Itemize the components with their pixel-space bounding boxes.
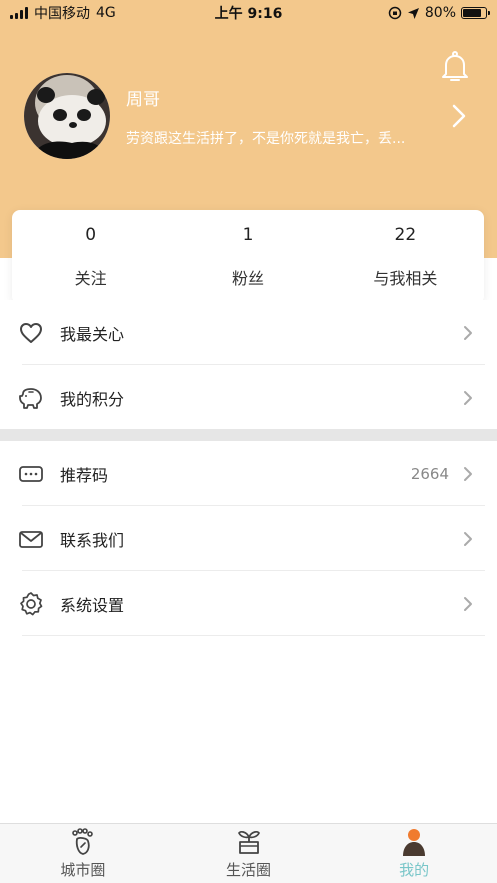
orientation-lock-icon xyxy=(388,6,402,20)
referral-code-value: 2664 xyxy=(410,464,449,483)
stat-label: 关注 xyxy=(74,269,107,288)
gear-icon xyxy=(18,591,44,617)
bottom-tab-bar: 城市圈 生活圈 我的 xyxy=(0,823,497,883)
stat-related[interactable]: 22 与我相关 xyxy=(327,210,484,304)
stat-followers[interactable]: 1 粉丝 xyxy=(169,210,326,304)
tab-city-circle[interactable]: 城市圈 xyxy=(0,824,166,883)
tab-label: 城市圈 xyxy=(60,861,106,879)
panda-avatar-image xyxy=(24,73,110,159)
stat-label: 与我相关 xyxy=(373,269,438,288)
user-signature: 劳资跟这生活拼了，不是你死就是我亡，丢... xyxy=(126,130,406,147)
menu-item-label: 我的积分 xyxy=(60,389,125,409)
chevron-right-icon xyxy=(464,531,472,546)
menu-item-favorites[interactable]: 我最关心 xyxy=(0,300,497,365)
menu-group-top: 我最关心 我的积分 xyxy=(0,300,497,430)
carrier-name: 中国移动 xyxy=(34,6,90,22)
piggy-bank-icon xyxy=(18,385,44,411)
status-bar-right: 80% xyxy=(388,5,490,21)
mail-icon xyxy=(18,526,44,552)
menu-item-label: 联系我们 xyxy=(60,530,125,550)
tab-life-circle[interactable]: 生活圈 xyxy=(166,824,332,883)
heart-icon xyxy=(18,320,44,346)
menu-item-label: 我最关心 xyxy=(60,324,125,344)
menu-item-contact-us[interactable]: 联系我们 xyxy=(0,506,497,571)
chevron-right-icon[interactable] xyxy=(451,103,467,129)
stat-value: 1 xyxy=(242,225,254,245)
profile-row[interactable]: 周哥 劳资跟这生活拼了，不是你死就是我亡，丢... xyxy=(24,72,467,160)
menu-item-settings[interactable]: 系统设置 xyxy=(0,571,497,636)
tab-label: 生活圈 xyxy=(226,861,272,879)
chevron-right-icon xyxy=(464,466,472,481)
chevron-right-icon xyxy=(464,596,472,611)
stat-label: 粉丝 xyxy=(231,269,264,288)
menu-item-points[interactable]: 我的积分 xyxy=(0,365,497,430)
tab-mine[interactable]: 我的 xyxy=(331,824,497,883)
tab-label: 我的 xyxy=(399,861,430,879)
status-bar-left: 中国移动 4G xyxy=(10,3,116,23)
signal-icon xyxy=(10,7,28,19)
stat-value: 22 xyxy=(394,225,417,245)
status-bar: 中国移动 4G 上午 9:16 80% xyxy=(0,0,497,26)
avatar[interactable] xyxy=(24,73,110,159)
network-type: 4G xyxy=(96,5,116,21)
plant-pot-icon xyxy=(237,830,260,854)
battery-level-fill xyxy=(463,9,481,17)
location-arrow-icon xyxy=(407,7,419,19)
section-divider xyxy=(0,429,497,441)
person-icon xyxy=(403,829,426,856)
menu-group-bottom: 推荐码 2664 联系我们 系统设置 xyxy=(0,441,497,636)
profile-text: 周哥 劳资跟这生活拼了，不是你死就是我亡，丢... xyxy=(126,85,443,148)
menu-item-label: 系统设置 xyxy=(60,595,125,615)
footprint-icon xyxy=(72,828,93,855)
chevron-right-icon xyxy=(464,390,472,405)
menu-item-label: 推荐码 xyxy=(60,465,109,485)
username: 周哥 xyxy=(126,89,160,110)
battery-percent: 80% xyxy=(424,5,456,21)
stats-card: 0 关注 1 粉丝 22 与我相关 xyxy=(12,210,484,304)
stat-value: 0 xyxy=(85,225,97,245)
keyboard-icon xyxy=(18,461,44,487)
menu-item-referral-code[interactable]: 推荐码 2664 xyxy=(0,441,497,506)
battery-icon xyxy=(461,7,490,19)
chevron-right-icon xyxy=(464,325,472,340)
stat-following[interactable]: 0 关注 xyxy=(12,210,169,304)
